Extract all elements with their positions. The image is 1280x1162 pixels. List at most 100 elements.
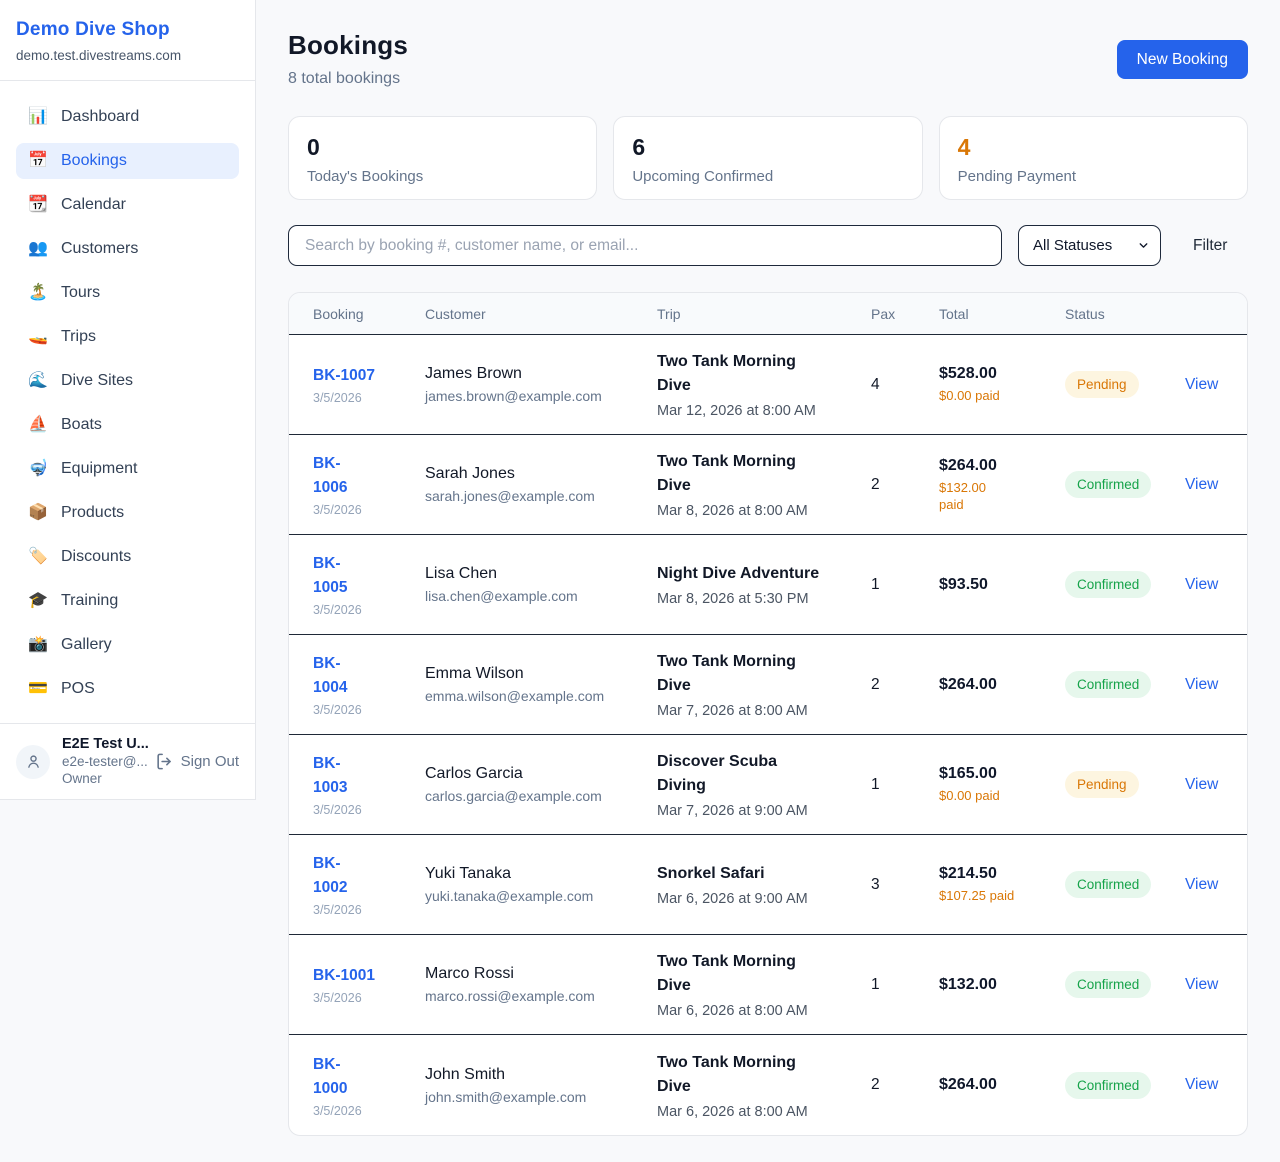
sidebar-item-tours[interactable]: 🏝️ Tours	[16, 275, 239, 311]
user-icon	[25, 753, 42, 770]
sidebar-item-equipment[interactable]: 🤿 Equipment	[16, 451, 239, 487]
diving-mask-icon: 🤿	[28, 461, 48, 477]
view-link[interactable]: View	[1185, 1076, 1218, 1093]
booking-cell: BK- 1006 3/5/2026	[313, 452, 425, 517]
view-link[interactable]: View	[1185, 376, 1218, 393]
booking-id-link[interactable]: BK- 1006	[313, 452, 425, 500]
customer-name: Carlos Garcia	[425, 765, 657, 783]
stat-card-pending-payment: 4 Pending Payment	[939, 116, 1248, 200]
stat-card-upcoming-confirmed: 6 Upcoming Confirmed	[613, 116, 922, 200]
total-cell: $165.00 $0.00 paid	[939, 765, 1065, 804]
total-amount: $93.50	[939, 576, 1065, 594]
trip-name: Discover Scuba Diving	[657, 750, 871, 798]
customer-email: sarah.jones@example.com	[425, 488, 657, 504]
sidebar-item-pos[interactable]: 💳 POS	[16, 671, 239, 707]
new-booking-button[interactable]: New Booking	[1117, 40, 1248, 79]
filters-bar: All Statuses Filter	[288, 225, 1248, 266]
sidebar-item-boats[interactable]: ⛵ Boats	[16, 407, 239, 443]
wave-icon: 🌊	[28, 373, 48, 389]
actions-cell: View	[1185, 376, 1223, 394]
sidebar-item-dashboard[interactable]: 📊 Dashboard	[16, 99, 239, 135]
total-amount: $528.00	[939, 365, 1065, 383]
main-content: Bookings 8 total bookings New Booking 0 …	[256, 0, 1280, 1136]
table-row: BK- 1002 3/5/2026 Yuki Tanaka yuki.tanak…	[289, 835, 1247, 935]
trip-datetime: Mar 12, 2026 at 8:00 AM	[657, 403, 871, 419]
booking-id-link[interactable]: BK-1001	[313, 964, 425, 988]
sidebar-item-bookings[interactable]: 📅 Bookings	[16, 143, 239, 179]
trip-datetime: Mar 7, 2026 at 8:00 AM	[657, 703, 871, 719]
booking-date: 3/5/2026	[313, 503, 425, 517]
sidebar-item-discounts[interactable]: 🏷️ Discounts	[16, 539, 239, 575]
stat-card-today-s-bookings: 0 Today's Bookings	[288, 116, 597, 200]
sidebar-nav: 📊 Dashboard 📅 Bookings 📆 Calendar 👥 Cust…	[0, 81, 255, 723]
booking-id-link[interactable]: BK-1007	[313, 364, 425, 388]
trip-name: Night Dive Adventure	[657, 562, 871, 586]
people-icon: 👥	[28, 241, 48, 257]
total-amount: $132.00	[939, 976, 1065, 994]
trip-cell: Two Tank Morning Dive Mar 6, 2026 at 8:0…	[657, 1051, 871, 1120]
trip-name: Two Tank Morning Dive	[657, 350, 871, 398]
view-link[interactable]: View	[1185, 676, 1218, 693]
customer-email: lisa.chen@example.com	[425, 588, 657, 604]
booking-id-link[interactable]: BK- 1000	[313, 1053, 425, 1101]
actions-cell: View	[1185, 776, 1223, 794]
actions-cell: View	[1185, 1076, 1223, 1094]
booking-id-link[interactable]: BK- 1003	[313, 752, 425, 800]
page-header: Bookings 8 total bookings New Booking	[288, 30, 1248, 88]
booking-id-link[interactable]: BK- 1004	[313, 652, 425, 700]
booking-date: 3/5/2026	[313, 991, 425, 1005]
calendar-icon: 📅	[28, 153, 48, 169]
trip-name: Snorkel Safari	[657, 862, 871, 886]
sidebar-item-products[interactable]: 📦 Products	[16, 495, 239, 531]
sidebar-item-dive-sites[interactable]: 🌊 Dive Sites	[16, 363, 239, 399]
view-link[interactable]: View	[1185, 576, 1218, 593]
status-cell: Confirmed	[1065, 571, 1185, 598]
actions-cell: View	[1185, 476, 1223, 494]
view-link[interactable]: View	[1185, 476, 1218, 493]
status-select[interactable]: All Statuses	[1018, 225, 1161, 266]
status-select-wrap: All Statuses	[1018, 225, 1161, 266]
booking-date: 3/5/2026	[313, 391, 425, 405]
search-input[interactable]	[288, 225, 1002, 266]
trip-name: Two Tank Morning Dive	[657, 650, 871, 698]
customer-email: carlos.garcia@example.com	[425, 788, 657, 804]
bookings-table: BookingCustomerTripPaxTotalStatus BK-100…	[288, 292, 1248, 1136]
view-link[interactable]: View	[1185, 776, 1218, 793]
shop-name: Demo Dive Shop	[16, 19, 239, 41]
sidebar-item-gallery[interactable]: 📸 Gallery	[16, 627, 239, 663]
filter-button[interactable]: Filter	[1193, 237, 1227, 255]
sailboat-icon: ⛵	[28, 417, 48, 433]
view-link[interactable]: View	[1185, 976, 1218, 993]
sidebar-item-trips[interactable]: 🚤 Trips	[16, 319, 239, 355]
sidebar-item-calendar[interactable]: 📆 Calendar	[16, 187, 239, 223]
sign-out-label: Sign Out	[181, 753, 239, 770]
column-header-booking: Booking	[313, 306, 425, 322]
pax-value: 2	[871, 1076, 939, 1094]
customer-cell: Carlos Garcia carlos.garcia@example.com	[425, 765, 657, 804]
bar-chart-icon: 📊	[28, 109, 48, 125]
customer-email: yuki.tanaka@example.com	[425, 888, 657, 904]
customer-cell: Sarah Jones sarah.jones@example.com	[425, 465, 657, 504]
stat-value: 6	[632, 134, 903, 161]
paid-amount: $107.25 paid	[939, 887, 1065, 904]
booking-date: 3/5/2026	[313, 703, 425, 717]
table-row: BK- 1000 3/5/2026 John Smith john.smith@…	[289, 1035, 1247, 1135]
stat-label: Pending Payment	[958, 168, 1229, 185]
sidebar-item-customers[interactable]: 👥 Customers	[16, 231, 239, 267]
graduation-cap-icon: 🎓	[28, 593, 48, 609]
total-amount: $264.00	[939, 457, 1065, 475]
booking-id-link[interactable]: BK- 1002	[313, 852, 425, 900]
total-amount: $264.00	[939, 1076, 1065, 1094]
booking-id-link[interactable]: BK- 1005	[313, 552, 425, 600]
trip-cell: Two Tank Morning Dive Mar 12, 2026 at 8:…	[657, 350, 871, 419]
booking-cell: BK- 1004 3/5/2026	[313, 652, 425, 717]
sidebar-item-training[interactable]: 🎓 Training	[16, 583, 239, 619]
view-link[interactable]: View	[1185, 876, 1218, 893]
trip-cell: Two Tank Morning Dive Mar 6, 2026 at 8:0…	[657, 950, 871, 1019]
status-cell: Confirmed	[1065, 871, 1185, 898]
sidebar: Demo Dive Shop demo.test.divestreams.com…	[0, 0, 256, 800]
customer-name: Marco Rossi	[425, 965, 657, 983]
tear-off-calendar-icon: 📆	[28, 197, 48, 213]
total-amount: $264.00	[939, 676, 1065, 694]
sign-out-button[interactable]: Sign Out	[155, 752, 239, 771]
